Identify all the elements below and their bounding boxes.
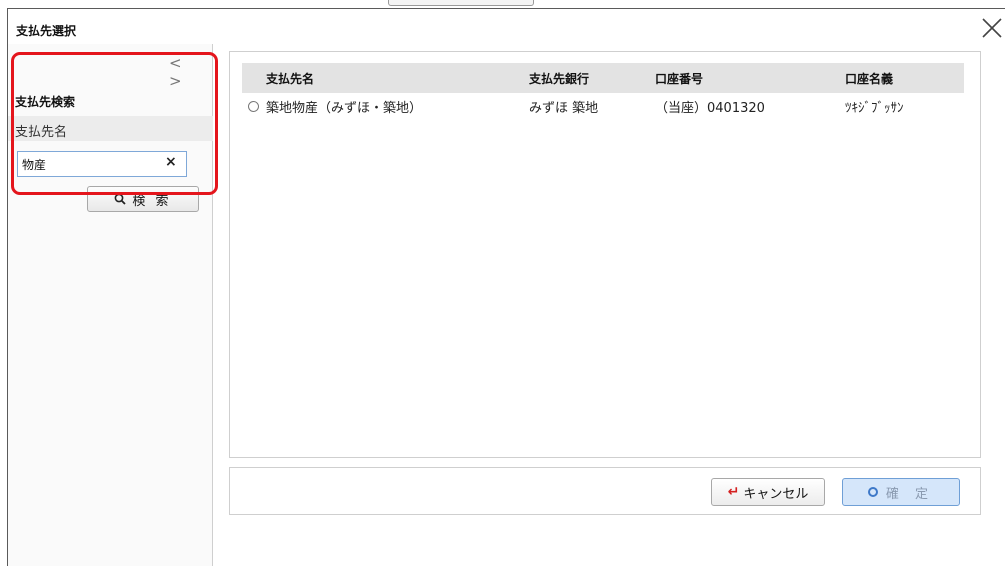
header-select [242,63,266,93]
top-tab-handle [388,0,534,6]
cancel-button[interactable]: ↵ キャンセル [711,478,825,506]
header-account-holder: 口座名義 [845,63,964,93]
dialog-title: 支払先選択 [16,24,77,38]
table-row[interactable]: 築地物産（みずほ・築地） みずほ 築地 （当座）0401320 ﾂｷｼﾞﾌﾞｯｻ… [242,93,964,119]
confirm-button-label: 確 定 [885,486,935,502]
results-table: 支払先名 支払先銀行 口座番号 口座名義 築地物産（みずほ・築地） みずほ 築地… [242,63,964,119]
payee-select-dialog: 支払先選択 < > 支払先検索 支払先名 × 検 索 支払先名 支払先銀行 [7,8,1005,566]
cell-account-holder: ﾂｷｼﾞﾌﾞｯｻﾝ [845,100,904,116]
cell-account-number: （当座）0401320 [655,100,765,116]
table-header-row: 支払先名 支払先銀行 口座番号 口座名義 [242,63,964,93]
highlight-annotation [11,52,218,195]
return-arrow-icon: ↵ [727,484,740,500]
close-icon[interactable] [979,15,1005,41]
header-payee-name: 支払先名 [266,63,529,93]
circle-icon [867,487,878,497]
cell-payee-name: 築地物産（みずほ・築地） [266,100,423,116]
row-radio-button[interactable] [248,100,259,112]
header-account-number: 口座番号 [655,63,845,93]
cancel-button-label: キャンセル [743,486,809,502]
confirm-button[interactable]: 確 定 [842,478,960,506]
results-panel: 支払先名 支払先銀行 口座番号 口座名義 築地物産（みずほ・築地） みずほ 築地… [229,51,981,458]
footer-panel: ↵ キャンセル 確 定 [229,467,981,515]
cell-payee-bank: みずほ 築地 [529,100,599,116]
row-select-cell [242,93,266,119]
header-payee-bank: 支払先銀行 [529,63,655,93]
